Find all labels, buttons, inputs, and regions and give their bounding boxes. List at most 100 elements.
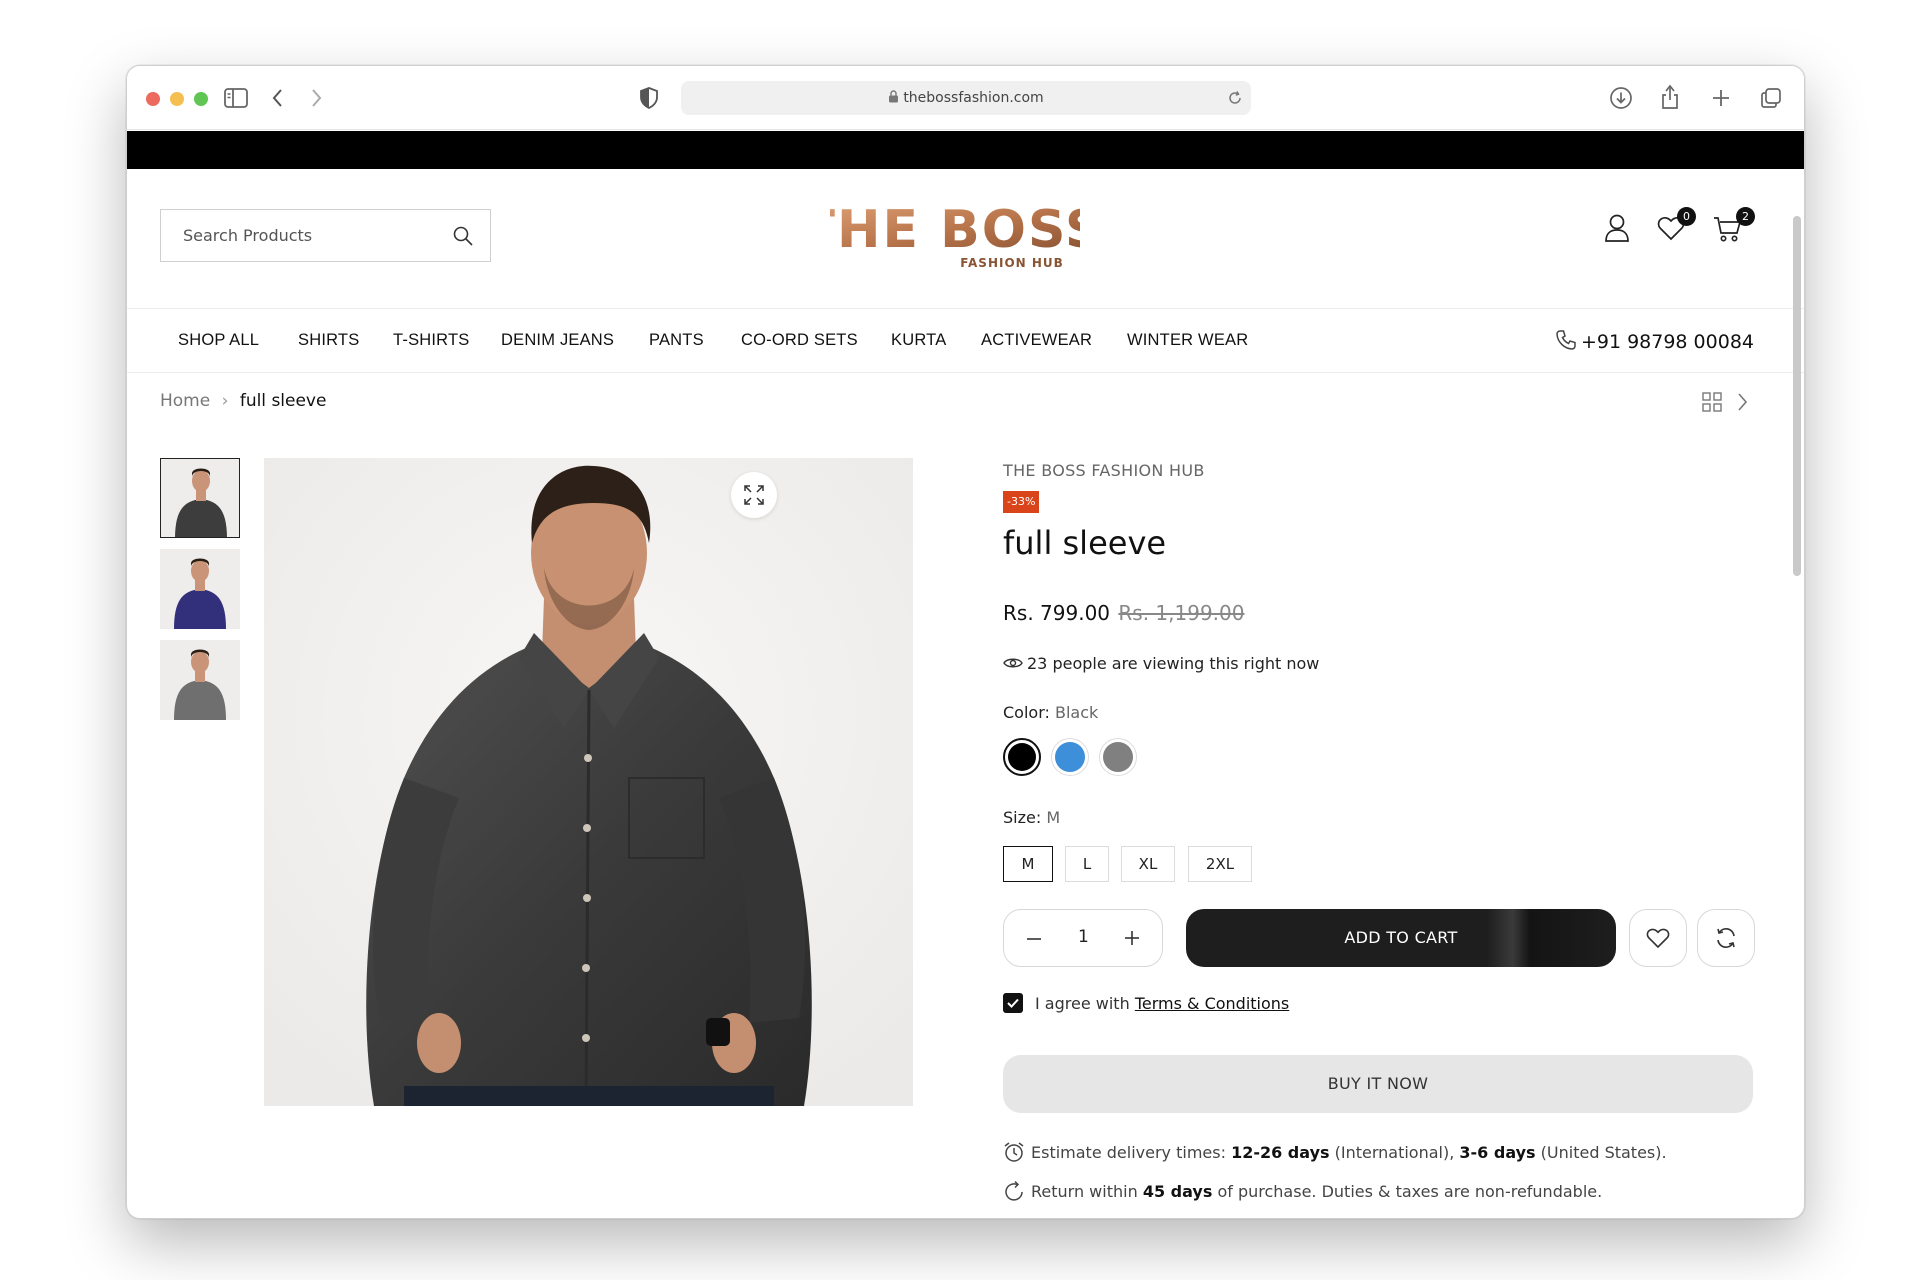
return-policy: Return within 45 days of purchase. Dutie… <box>1003 1180 1602 1202</box>
nav-item-t-shirts[interactable]: T-SHIRTS <box>393 331 469 350</box>
nav-item-denim-jeans[interactable]: DENIM JEANS <box>501 331 614 350</box>
return-days: 45 days <box>1142 1182 1213 1201</box>
shirt-blue-thumbnail-image <box>160 549 240 629</box>
return-suffix: of purchase. Duties & taxes are non-refu… <box>1217 1182 1603 1201</box>
product-photo <box>264 458 913 1106</box>
next-product-chevron-icon[interactable] <box>1735 391 1749 413</box>
downloads-icon[interactable] <box>1609 86 1633 110</box>
return-prefix: Return within <box>1031 1182 1138 1201</box>
delivery-intl-label: (International), <box>1334 1143 1455 1162</box>
compare-price: Rs. 1,199.00 <box>1118 601 1245 625</box>
terms-row: I agree with Terms & Conditions <box>1035 994 1289 1013</box>
terms-checkbox[interactable] <box>1003 993 1023 1013</box>
product-vendor[interactable]: THE BOSS FASHION HUB <box>1003 461 1205 480</box>
alarm-clock-icon <box>1004 1142 1024 1162</box>
tab-overview-icon[interactable] <box>1759 86 1783 110</box>
size-option-2xl[interactable]: 2XL <box>1188 846 1252 882</box>
buy-it-now-button[interactable]: BUY IT NOW <box>1003 1055 1753 1113</box>
quantity-stepper: 1 <box>1003 909 1163 967</box>
page-scrollbar[interactable] <box>1793 216 1801 576</box>
product-thumbnail-grey[interactable] <box>160 640 240 720</box>
plus-icon[interactable] <box>1124 930 1140 946</box>
compare-button[interactable] <box>1697 909 1755 967</box>
cart-count-badge: 2 <box>1736 207 1755 226</box>
site-logo[interactable]: THE BOSS FASHION HUB <box>830 191 1080 281</box>
wishlist-count-badge: 0 <box>1677 207 1696 226</box>
url-text: thebossfashion.com <box>903 90 1044 106</box>
sale-price: Rs. 799.00 <box>1003 601 1111 625</box>
minus-icon[interactable] <box>1026 932 1042 946</box>
color-value: Black <box>1054 703 1099 722</box>
size-label-row: Size: M <box>1003 808 1060 827</box>
product-price-row: Rs. 799.00 Rs. 1,199.00 <box>1003 601 1244 625</box>
heart-icon <box>1646 928 1670 949</box>
product-thumbnail-blue[interactable] <box>160 549 240 629</box>
quantity-value[interactable]: 1 <box>1078 927 1089 947</box>
nav-item-activewear[interactable]: ACTIVEWEAR <box>981 331 1092 350</box>
logo-text: THE BOSS <box>830 200 1080 260</box>
lock-icon <box>889 90 899 103</box>
nav-item-pants[interactable]: PANTS <box>649 331 704 350</box>
reload-icon[interactable] <box>1227 90 1243 106</box>
nav-item-winter-wear[interactable]: WINTER WEAR <box>1127 331 1248 350</box>
product-thumbnail-black[interactable] <box>160 458 240 538</box>
nav-item-shop-all[interactable]: SHOP ALL <box>178 331 259 350</box>
color-swatch-black[interactable] <box>1003 738 1041 776</box>
forward-arrow-icon[interactable] <box>308 86 324 110</box>
close-window-button[interactable] <box>146 92 160 106</box>
delivery-prefix: Estimate delivery times: <box>1031 1143 1226 1162</box>
shirt-black-thumbnail-image <box>161 459 239 537</box>
phone-number: +91 98798 00084 <box>1580 331 1754 353</box>
color-swatch-blue[interactable] <box>1051 738 1089 776</box>
announcement-bar <box>127 131 1804 169</box>
size-option-xl[interactable]: XL <box>1121 846 1175 882</box>
search-input[interactable]: Search Products <box>160 209 491 262</box>
size-option-m[interactable]: M <box>1003 846 1053 882</box>
color-label: Color: <box>1003 703 1050 722</box>
return-arrow-icon <box>1005 1180 1023 1201</box>
delivery-us-days: 3-6 days <box>1459 1143 1536 1162</box>
delivery-estimate: Estimate delivery times: 12-26 days (Int… <box>1003 1141 1667 1163</box>
delivery-us-label: (United States). <box>1540 1143 1667 1162</box>
privacy-shield-icon[interactable] <box>639 86 659 110</box>
expand-image-button[interactable] <box>731 472 777 518</box>
account-icon[interactable] <box>1603 213 1631 243</box>
breadcrumb-home-link[interactable]: Home <box>160 391 210 411</box>
size-value: M <box>1046 808 1061 827</box>
color-swatch-grey[interactable] <box>1099 738 1137 776</box>
share-icon[interactable] <box>1659 83 1681 111</box>
nav-item-shirts[interactable]: SHIRTS <box>298 331 359 350</box>
search-placeholder: Search Products <box>183 226 313 245</box>
delivery-intl-days: 12-26 days <box>1231 1143 1330 1162</box>
grid-view-icon[interactable] <box>1701 391 1723 413</box>
discount-badge: -33% <box>1003 491 1040 513</box>
logo-subtext: FASHION HUB <box>960 256 1064 270</box>
breadcrumb-separator: › <box>221 391 229 411</box>
browser-toolbar: thebossfashion.com <box>127 66 1804 130</box>
main-product-image[interactable] <box>264 458 913 1106</box>
product-title: full sleeve <box>1003 524 1167 562</box>
shirt-grey-thumbnail-image <box>160 640 240 720</box>
viewers-notice: 23 people are viewing this right now <box>1003 654 1319 673</box>
back-arrow-icon[interactable] <box>270 86 286 110</box>
nav-item-kurta[interactable]: KURTA <box>891 331 946 350</box>
add-to-cart-button[interactable]: ADD TO CART <box>1186 909 1616 967</box>
size-label: Size: <box>1003 808 1042 827</box>
contact-phone[interactable]: +91 98798 00084 <box>1555 329 1754 353</box>
viewers-text: 23 people are viewing this right now <box>1027 654 1320 673</box>
nav-item-co-ord-sets[interactable]: CO-ORD SETS <box>741 331 858 350</box>
new-tab-icon[interactable] <box>1710 87 1732 109</box>
search-icon[interactable] <box>452 225 474 247</box>
address-bar[interactable]: thebossfashion.com <box>681 81 1251 115</box>
browser-window: thebossfashion.com Search Products THE B… <box>126 65 1805 1219</box>
sidebar-toggle-icon[interactable] <box>223 87 249 109</box>
add-to-wishlist-button[interactable] <box>1629 909 1687 967</box>
terms-link[interactable]: Terms & Conditions <box>1135 994 1289 1013</box>
minimize-window-button[interactable] <box>170 92 184 106</box>
color-label-row: Color: Black <box>1003 703 1098 722</box>
breadcrumb-current: full sleeve <box>239 391 327 411</box>
maximize-window-button[interactable] <box>194 92 208 106</box>
size-option-l[interactable]: L <box>1065 846 1109 882</box>
checkmark-icon <box>1007 998 1019 1008</box>
main-navigation: SHOP ALL SHIRTS T-SHIRTS DENIM JEANS PAN… <box>127 309 1804 373</box>
